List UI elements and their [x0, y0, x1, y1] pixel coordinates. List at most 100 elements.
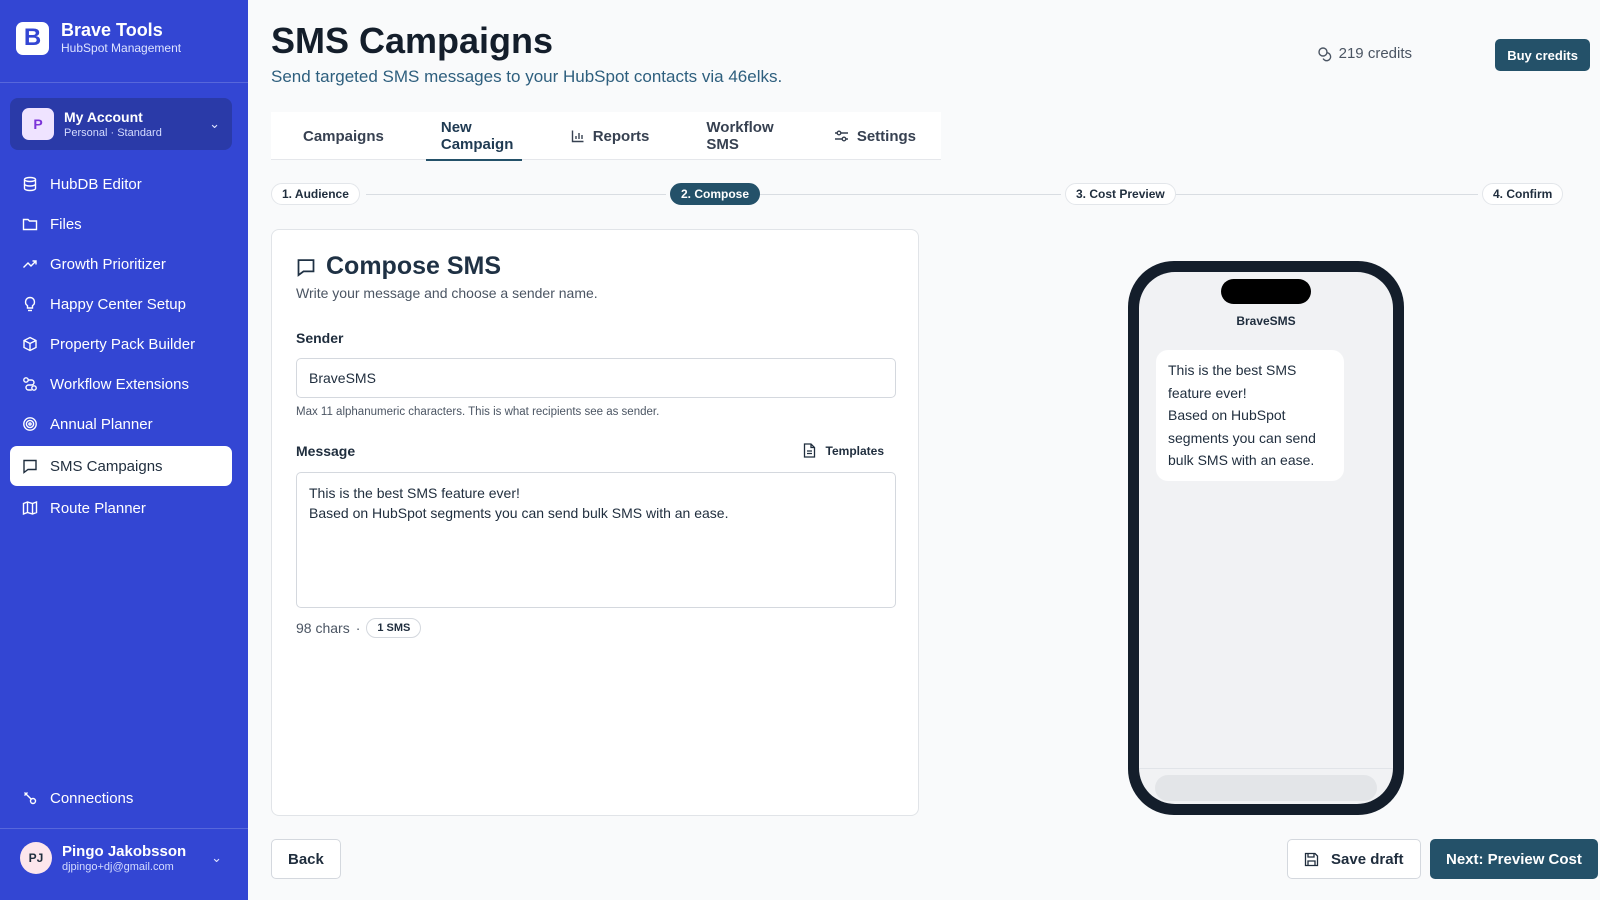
workflow-icon [23, 377, 37, 391]
account-switcher[interactable]: P My Account Personal · Standard ⌄ [10, 98, 232, 150]
sidebar-item-label: Property Pack Builder [50, 335, 196, 353]
phone-preview: BraveSMS This is the best SMS feature ev… [1128, 261, 1404, 815]
divider [0, 828, 248, 829]
lightbulb-icon [24, 296, 36, 312]
tab-reports[interactable]: Reports [539, 112, 675, 160]
tab-workflow-sms[interactable]: Workflow SMS [674, 112, 801, 160]
user-email: djpingo+dj@gmail.com [62, 860, 174, 873]
document-icon [803, 443, 815, 458]
tab-label: Workflow SMS [706, 119, 774, 153]
sidebar-item-workflow-extensions[interactable]: Workflow Extensions [10, 364, 232, 404]
sender-hint: Max 11 alphanumeric characters. This is … [296, 406, 660, 418]
tab-label: New Campaign [440, 119, 514, 153]
account-avatar: P [22, 108, 54, 140]
templates-label: Templates [825, 443, 884, 458]
separator-dot: · [355, 620, 361, 636]
sidebar-item-growth-prioritizer[interactable]: Growth Prioritizer [10, 244, 232, 284]
sidebar-item-route-planner[interactable]: Route Planner [10, 488, 232, 528]
tab-campaigns[interactable]: Campaigns [271, 112, 409, 160]
divider [1139, 768, 1393, 769]
sidebar-item-hubdb-editor[interactable]: HubDB Editor [10, 164, 232, 204]
sidebar-item-sms-campaigns[interactable]: SMS Campaigns [10, 446, 232, 486]
step-compose[interactable]: 2. Compose [670, 183, 761, 205]
tab-settings[interactable]: Settings [802, 112, 941, 160]
message-icon [297, 258, 315, 277]
sidebar-nav: HubDB Editor Files Growth Prioritizer Ha… [10, 164, 232, 528]
phone-screen: BraveSMS This is the best SMS feature ev… [1139, 272, 1393, 804]
step-connector [366, 194, 666, 195]
message-stats: 98 chars · 1 SMS [296, 618, 422, 638]
chevron-down-icon: ⌄ [209, 116, 220, 131]
message-icon [23, 459, 37, 474]
buy-credits-button[interactable]: Buy credits [1495, 39, 1590, 71]
sidebar-item-label: HubDB Editor [50, 175, 142, 193]
sidebar: B Brave Tools HubSpot Management P My Ac… [0, 0, 248, 900]
step-audience[interactable]: 1. Audience [271, 183, 360, 205]
step-connector [757, 194, 1061, 195]
message-bubble: This is the best SMS feature ever! Based… [1156, 350, 1344, 481]
sidebar-item-label: Happy Center Setup [50, 295, 186, 313]
database-icon [23, 176, 37, 192]
main-content: SMS Campaigns Send targeted SMS messages… [248, 0, 1600, 900]
page-title: SMS Campaigns [271, 20, 554, 61]
char-count: 98 chars [296, 620, 350, 636]
step-confirm[interactable]: 4. Confirm [1482, 183, 1564, 205]
sidebar-item-label: Route Planner [50, 499, 146, 517]
phone-input-bar [1155, 775, 1377, 801]
save-draft-button[interactable]: Save draft [1287, 839, 1421, 879]
user-name: Pingo Jakobsson [62, 842, 187, 860]
tab-label: Reports [592, 127, 650, 145]
compose-card: Compose SMS Write your message and choos… [271, 229, 919, 816]
next-label: Next: Preview Cost [1446, 850, 1582, 868]
sidebar-item-label: Annual Planner [50, 415, 153, 433]
step-connector [1172, 194, 1478, 195]
sidebar-item-connections[interactable]: Connections [10, 778, 232, 818]
folder-icon [22, 218, 38, 231]
tab-label: Campaigns [303, 127, 384, 145]
tab-label: Settings [856, 127, 916, 145]
map-icon [22, 500, 38, 516]
sidebar-item-files[interactable]: Files [10, 204, 232, 244]
sidebar-item-property-pack-builder[interactable]: Property Pack Builder [10, 324, 232, 364]
sliders-icon [834, 130, 848, 142]
chevron-down-icon: ⌄ [211, 850, 222, 865]
tab-bar: Campaigns New Campaign Reports Workflow … [271, 112, 941, 161]
divider [0, 82, 248, 83]
target-icon [23, 417, 37, 431]
brand[interactable]: B Brave Tools HubSpot Management [16, 20, 181, 56]
user-menu[interactable]: PJ Pingo Jakobsson djpingo+dj@gmail.com … [10, 842, 232, 874]
templates-button[interactable]: Templates [803, 443, 884, 458]
avatar: PJ [20, 842, 52, 874]
message-label: Message [296, 443, 356, 459]
next-preview-cost-button[interactable]: Next: Preview Cost [1430, 839, 1598, 879]
compose-title-text: Compose SMS [326, 252, 502, 280]
compose-title: Compose SMS [296, 252, 501, 281]
sidebar-bottom-nav: Connections [10, 778, 232, 818]
chart-icon [571, 130, 584, 143]
sidebar-item-label: Connections [50, 789, 134, 807]
trend-icon [23, 260, 37, 268]
brand-subtitle: HubSpot Management [61, 41, 182, 55]
credits-count: 219 credits [1338, 45, 1412, 62]
connections-icon [24, 792, 37, 805]
back-button[interactable]: Back [271, 839, 341, 879]
credits-display: 219 credits [1317, 45, 1412, 62]
package-icon [23, 336, 37, 352]
sidebar-item-happy-center-setup[interactable]: Happy Center Setup [10, 284, 232, 324]
sender-input[interactable] [296, 358, 896, 398]
coins-icon [1317, 46, 1331, 61]
sidebar-item-annual-planner[interactable]: Annual Planner [10, 404, 232, 444]
brand-name: Brave Tools [61, 20, 163, 40]
tab-new-campaign[interactable]: New Campaign [409, 112, 539, 161]
account-plan: Personal · Standard [64, 126, 162, 139]
message-textarea[interactable]: This is the best SMS feature ever! Based… [296, 472, 896, 608]
brand-logo: B [16, 21, 49, 55]
sidebar-item-label: SMS Campaigns [50, 457, 163, 475]
sender-label: Sender [296, 330, 344, 346]
sidebar-item-label: Growth Prioritizer [50, 255, 166, 273]
save-icon [1304, 852, 1319, 866]
sms-count-badge: 1 SMS [366, 618, 422, 638]
compose-subtitle: Write your message and choose a sender n… [296, 285, 598, 301]
phone-sender-name: BraveSMS [1236, 314, 1296, 328]
step-cost-preview[interactable]: 3. Cost Preview [1065, 183, 1176, 205]
